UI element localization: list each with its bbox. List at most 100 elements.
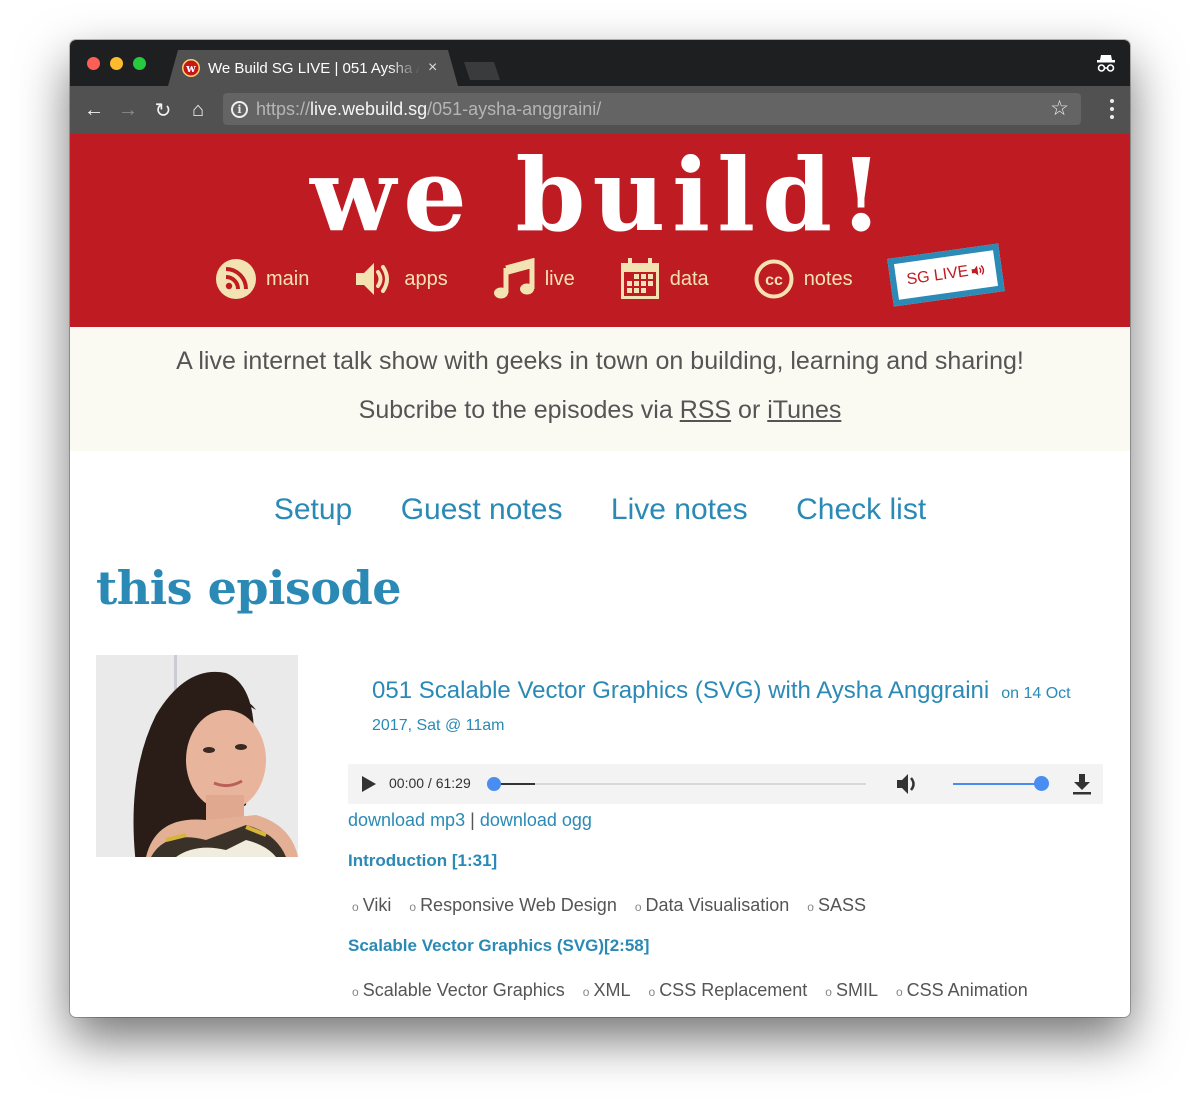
episode-sections: Introduction [1:31] o Viki o Responsive Web … [348,851,1103,1001]
topic-label: Responsive Web Design [420,895,617,915]
browser-window: w We Build SG LIVE | 051 Aysha Anggraini… [70,40,1130,1017]
forward-arrow-icon[interactable]: → [116,98,140,122]
download-ogg-link[interactable]: download ogg [480,810,592,830]
cc-icon: cc [754,259,794,299]
subscribe-or: or [738,396,761,424]
bullet-icon: o [895,985,903,999]
incognito-icon [1097,55,1115,72]
nav-notes-label: notes [803,267,853,290]
topic-label: Data Visualisation [645,895,790,915]
topic-list: o Scalable Vector Graphics o XML o CSS Replac… [348,980,1103,1001]
reload-icon[interactable]: ↻ [151,98,175,122]
episode-title-link[interactable]: 051 Scalable Vector Graphics (SVG) with … [372,677,989,704]
topic-item: o XML [579,980,631,1000]
nav-notes[interactable]: cc notes [754,259,853,299]
calendar-icon [620,258,659,299]
topic-item: o CSS Replacement [645,980,808,1000]
topic-label: Scalable Vector Graphics [362,980,565,1000]
download-icon[interactable] [1072,773,1092,795]
music-note-icon [493,258,535,299]
site-info-icon[interactable]: i [231,100,248,118]
bullet-icon: o [807,900,814,914]
section-title[interactable]: Introduction [1:31] [348,851,1103,871]
nav-data[interactable]: data [620,258,709,300]
main-nav: main apps live data cc notes [216,258,898,300]
volume-thumb[interactable] [1034,776,1049,791]
browser-tab[interactable]: w We Build SG LIVE | 051 Aysha Anggraini… [168,50,458,86]
episode-body: 051 Scalable Vector Graphics (SVG) with … [348,655,1103,1001]
sub-nav: Setup Guest notes Live notes Check list [70,493,1130,527]
topic-item: o Viki [348,895,391,915]
back-arrow-icon[interactable]: ← [82,98,106,122]
new-tab-button[interactable] [464,62,500,80]
close-window-button[interactable] [87,57,100,70]
sg-live-label: SG LIVE [905,262,970,289]
itunes-link[interactable]: iTunes [767,396,841,424]
sg-live-badge[interactable]: SG LIVE [887,243,1005,307]
section-title[interactable]: Scalable Vector Graphics (SVG)[2:58] [348,936,1103,956]
tab-close-icon[interactable]: × [428,59,437,77]
topic-item: o Data Visualisation [631,895,789,915]
guest-photo [96,655,298,857]
episode-title-block: 051 Scalable Vector Graphics (SVG) with … [372,675,1103,742]
bullet-icon: o [648,985,656,999]
audio-player: 00:00 / 61:29 [348,764,1103,804]
topic-label: XML [593,980,631,1000]
topic-item: o SASS [803,895,866,915]
bullet-icon: o [582,985,590,999]
nav-live-label: live [544,267,575,290]
tagline-section: A live internet talk show with geeks in … [70,327,1130,451]
topic-item: o SMIL [821,980,878,1000]
seek-thumb[interactable] [487,777,501,791]
nav-live[interactable]: live [493,258,575,300]
nav-main[interactable]: main [216,259,309,299]
topic-label: SMIL [835,980,878,1000]
bookmark-star-icon[interactable]: ☆ [1050,96,1069,121]
download-mp3-link[interactable]: download mp3 [348,810,465,830]
speaker-icon [356,263,390,295]
guest-portrait-image [96,655,298,857]
topic-label: CSS Replacement [659,980,808,1000]
volume-slider[interactable] [953,776,1049,791]
rss-link[interactable]: RSS [680,396,731,424]
minimize-window-button[interactable] [110,57,123,70]
bullet-icon: o [352,985,359,999]
topic-list: o Viki o Responsive Web Design o Data Visuali… [348,895,1103,916]
nav-apps-label: apps [404,267,448,290]
volume-fill [953,783,1041,785]
url-path: /051-aysha-anggraini/ [427,98,602,119]
time-display: 00:00 / 61:29 [389,775,471,791]
web-page: we build! main apps live data cc notes S… [70,134,1130,1017]
nav-apps[interactable]: apps [354,259,448,299]
bullet-icon: o [409,900,417,914]
episode-heading: this episode [96,561,402,615]
topic-item: o Responsive Web Design [405,895,616,915]
site-header: we build! main apps live data cc notes S… [70,134,1130,327]
topic-label: SASS [817,895,867,915]
bullet-icon: o [825,985,832,999]
episode-section: 051 Scalable Vector Graphics (SVG) with … [70,655,1130,1017]
browser-menu-icon[interactable] [1110,99,1114,121]
url-scheme: https:// [256,98,311,119]
browser-toolbar: ← → ↻ ⌂ i https://live.webuild.sg/051-ay… [70,86,1130,134]
site-logo[interactable]: we build! [70,140,1130,250]
bullet-icon: o [634,900,642,914]
live-notes-link[interactable]: Live notes [611,493,748,526]
play-icon[interactable] [362,776,376,792]
rss-icon [216,259,256,299]
home-icon[interactable]: ⌂ [186,98,210,122]
check-list-link[interactable]: Check list [796,493,926,526]
address-bar[interactable]: i https://live.webuild.sg/051-aysha-angg… [223,93,1081,125]
guest-notes-link[interactable]: Guest notes [401,493,563,526]
url-text[interactable]: https://live.webuild.sg/051-aysha-anggra… [256,99,601,120]
topic-item: o CSS Animation [892,980,1028,1000]
volume-icon[interactable] [896,773,920,795]
subscribe-text: Subcribe to the episodes via RSS or iTun… [70,396,1130,425]
title-bar: w We Build SG LIVE | 051 Aysha Anggraini… [70,40,1130,86]
link-separator: | [470,810,475,830]
maximize-window-button[interactable] [133,57,146,70]
seek-slider[interactable] [487,777,866,791]
svg-text:cc: cc [765,272,783,289]
nav-data-label: data [669,267,709,290]
setup-link[interactable]: Setup [274,493,352,526]
